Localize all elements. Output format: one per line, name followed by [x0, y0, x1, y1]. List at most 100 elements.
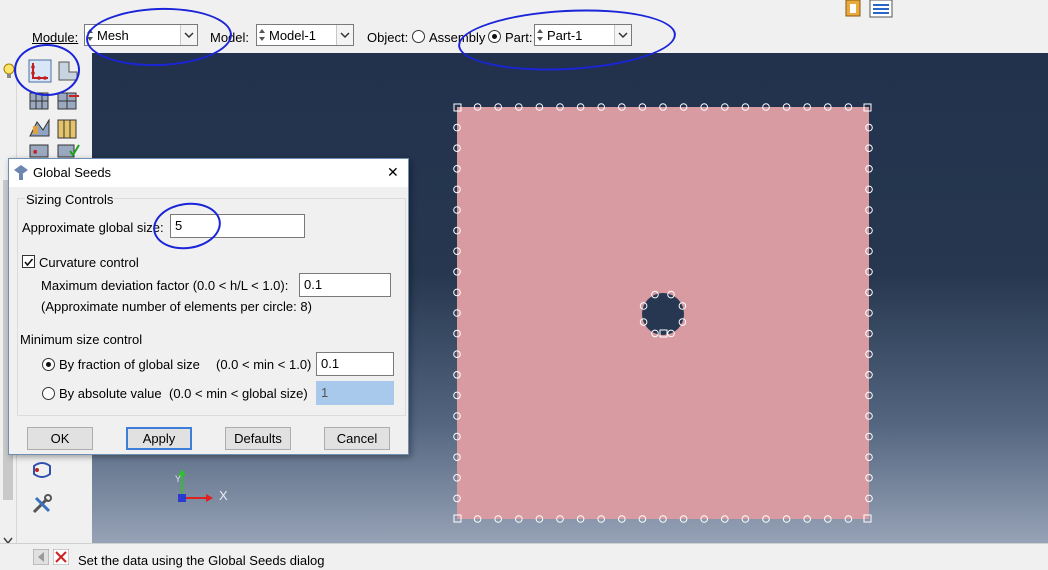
seed-marker [865, 453, 873, 462]
seed-marker [865, 165, 873, 173]
seed-marker [618, 103, 626, 111]
seed-marker [453, 432, 461, 441]
ok-button[interactable]: OK [27, 427, 93, 450]
seed-marker [678, 318, 687, 326]
seed-marker [865, 309, 873, 317]
seed-marker [865, 432, 873, 441]
seed-marker [453, 412, 461, 420]
absolute-radio[interactable] [42, 387, 55, 400]
seed-marker [782, 515, 791, 523]
seed-marker [865, 206, 873, 214]
seed-marker [494, 103, 503, 111]
seed-marker [741, 103, 750, 111]
seed-marker [659, 515, 667, 523]
status-message: Set the data using the Global Seeds dial… [78, 553, 325, 568]
seed-marker [453, 494, 461, 503]
curvature-checkbox[interactable] [22, 255, 35, 268]
seed-marker [453, 226, 461, 235]
global-size-label: Approximate global size: [22, 220, 164, 235]
seed-marker [597, 515, 606, 523]
seed-marker [453, 474, 461, 482]
mesh-seeds [453, 103, 873, 523]
seed-marker [576, 515, 585, 523]
seed-marker [639, 318, 648, 326]
seed-marker [865, 185, 873, 194]
seed-marker [865, 412, 873, 420]
dialog-title: Global Seeds [33, 165, 112, 180]
fraction-label: By fraction of global size [59, 357, 200, 372]
close-icon[interactable]: ✕ [387, 164, 399, 181]
seed-marker [453, 391, 461, 400]
abaqus-seed-icon [14, 165, 28, 184]
seed-marker [515, 103, 523, 111]
seed-marker [679, 515, 688, 523]
svg-text:Y: Y [175, 474, 181, 484]
elements-per-circle-note: (Approximate number of elements per circ… [41, 299, 312, 314]
curvature-label: Curvature control [39, 255, 139, 270]
fraction-radio[interactable] [42, 358, 55, 371]
seed-marker [844, 515, 853, 523]
seed-marker [453, 123, 461, 132]
fraction-range: (0.0 < min < 1.0) [216, 357, 312, 372]
seed-marker [865, 247, 873, 255]
seed-marker [618, 515, 626, 523]
apply-button[interactable]: Apply [126, 427, 192, 450]
seed-marker [473, 103, 482, 111]
seed-marker [556, 515, 564, 523]
seed-marker [762, 515, 770, 523]
seed-marker [473, 515, 482, 523]
seed-marker [651, 329, 659, 338]
seed-marker [535, 515, 544, 523]
seed-marker [638, 103, 647, 111]
seed-marker [865, 144, 873, 152]
seed-marker [865, 474, 873, 482]
deviation-label: Maximum deviation factor (0.0 < h/L < 1.… [41, 278, 289, 293]
seed-marker [453, 309, 461, 317]
seed-marker [651, 290, 659, 299]
seed-marker [824, 103, 832, 111]
seed-marker [700, 515, 709, 523]
seed-marker [453, 268, 461, 276]
absolute-input[interactable]: 1 [316, 381, 394, 405]
red-x-icon[interactable] [52, 548, 70, 568]
status-bar: Set the data using the Global Seeds dial… [0, 543, 1048, 570]
seed-marker [803, 515, 812, 523]
seed-marker [453, 185, 461, 194]
seed-marker [667, 329, 675, 338]
sizing-controls-label: Sizing Controls [25, 192, 115, 207]
seed-marker [678, 302, 687, 310]
defaults-button[interactable]: Defaults [225, 427, 291, 450]
seed-marker [782, 103, 791, 111]
seed-marker [453, 206, 461, 214]
seed-marker [659, 103, 667, 111]
deviation-input[interactable]: 0.1 [299, 273, 391, 297]
seed-marker [700, 103, 709, 111]
seed-marker [453, 165, 461, 173]
checkmark-icon [24, 258, 34, 267]
seed-marker [453, 453, 461, 462]
corner-marker [453, 103, 462, 112]
seed-marker [494, 515, 503, 523]
seed-marker [453, 329, 461, 338]
dialog-titlebar[interactable]: Global Seeds ✕ [9, 159, 408, 187]
seed-marker [597, 103, 606, 111]
seed-marker [865, 371, 873, 379]
arrow-left-icon[interactable] [32, 548, 50, 568]
seed-marker [803, 103, 812, 111]
seed-marker [865, 391, 873, 400]
seed-marker [865, 494, 873, 503]
seed-marker [865, 329, 873, 338]
seed-marker [741, 515, 750, 523]
seed-marker [556, 103, 564, 111]
global-seeds-dialog: Global Seeds ✕ Sizing Controls Approxima… [8, 158, 409, 455]
seed-marker [453, 144, 461, 152]
seed-marker [679, 103, 688, 111]
fraction-input[interactable]: 0.1 [316, 352, 394, 376]
corner-marker [863, 514, 872, 523]
seed-marker [639, 302, 648, 310]
minimum-size-label: Minimum size control [20, 332, 143, 347]
seed-marker [824, 515, 832, 523]
seed-marker [576, 103, 585, 111]
seed-marker [453, 371, 461, 379]
cancel-button[interactable]: Cancel [324, 427, 390, 450]
